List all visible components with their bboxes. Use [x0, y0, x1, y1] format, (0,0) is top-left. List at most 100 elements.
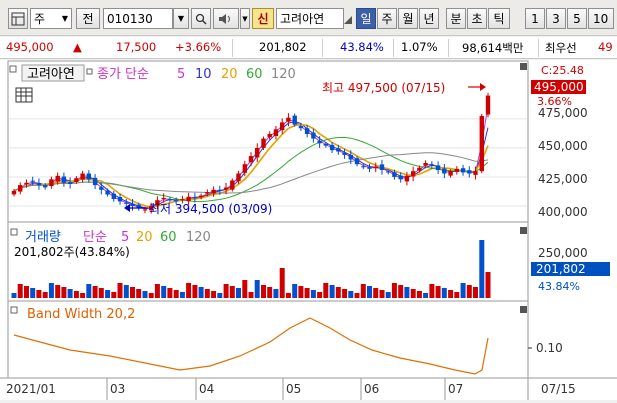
- volume-bar: [92, 286, 98, 298]
- period-week-tab[interactable]: 주: [377, 8, 397, 29]
- interval-5-button[interactable]: 5: [567, 8, 587, 29]
- stock-name-field: 고려아연: [276, 8, 344, 29]
- candle-body: [417, 167, 422, 171]
- volume-bar: [204, 289, 210, 298]
- volume-bar: [454, 292, 460, 298]
- ma-legend-prefix: 종가 단순: [97, 67, 149, 82]
- panel-close-icon[interactable]: [520, 306, 527, 313]
- volume-bar: [485, 272, 491, 298]
- volume-bar: [198, 287, 204, 298]
- chart-type-value: 주: [34, 12, 46, 26]
- chart-type-select[interactable]: 주 ▼: [30, 8, 72, 29]
- volume-bar: [173, 290, 179, 298]
- candle-body: [342, 152, 347, 155]
- volume-bar: [186, 283, 192, 298]
- ma-60-label: 60: [246, 67, 263, 82]
- candle-body: [292, 115, 297, 125]
- candle-body: [311, 132, 316, 139]
- candle-body: [124, 202, 129, 204]
- candle-body: [361, 166, 366, 168]
- candle-body: [348, 154, 353, 160]
- period-tick-tab[interactable]: 틱: [488, 8, 510, 29]
- volume-bar: [11, 293, 17, 298]
- volume-bar: [304, 288, 310, 298]
- volume-bar: [367, 286, 372, 298]
- period-year-tab[interactable]: 년: [419, 8, 439, 29]
- volume-bar: [42, 292, 48, 298]
- volume-bar: [310, 290, 316, 298]
- credit-badge[interactable]: 신: [252, 8, 274, 29]
- x-tick-label: 2021/01: [6, 382, 56, 396]
- divider: [393, 39, 394, 57]
- panel-close-icon[interactable]: [520, 227, 527, 234]
- current-price: 495,000: [6, 40, 54, 54]
- interval-10-button[interactable]: 10: [588, 8, 614, 29]
- interval-label: 1: [531, 11, 539, 26]
- best-order-label: 최우선: [545, 41, 577, 55]
- candle-body: [467, 170, 472, 174]
- candle-body: [18, 185, 23, 192]
- candle-body: [49, 179, 54, 186]
- volume-bar: [416, 291, 422, 298]
- credit-label: 신: [257, 12, 269, 26]
- panel-close-icon[interactable]: [520, 63, 527, 70]
- candle-body: [479, 116, 484, 172]
- code-dropdown-button[interactable]: ▼: [173, 8, 189, 29]
- candle-body: [329, 144, 335, 151]
- volume-bar: [329, 285, 335, 298]
- chart-layout-icon[interactable]: [8, 8, 28, 29]
- candle-body: [142, 209, 148, 211]
- volume-ratio: 43.84%: [340, 40, 384, 54]
- candle-body: [242, 164, 247, 173]
- volume-bar: [360, 284, 366, 298]
- sound-button[interactable]: [213, 8, 239, 29]
- volume-bar: [466, 285, 472, 298]
- candle-body: [36, 183, 42, 186]
- candle-body: [386, 171, 391, 173]
- volume-bar: [242, 280, 248, 298]
- market-button[interactable]: 전: [76, 8, 100, 29]
- sound-dropdown-button[interactable]: ▼: [240, 8, 250, 29]
- period-second-tab[interactable]: 초: [467, 8, 487, 29]
- period-day-tab[interactable]: 일: [356, 8, 376, 29]
- chevron-down-icon: ▼: [177, 14, 185, 23]
- grid-table-icon[interactable]: [15, 87, 33, 103]
- chart-area[interactable]: 고려아연 종가 단순 5 10 20 60 120 최고 497,500 (07…: [0, 60, 617, 400]
- resize-corner-icon: [344, 16, 352, 24]
- divider: [232, 39, 233, 57]
- candle-body: [192, 197, 198, 199]
- stock-chart[interactable]: 고려아연 종가 단순 5 10 20 60 120 최고 497,500 (07…: [0, 60, 617, 400]
- volume-bar: [36, 290, 42, 298]
- volume-bar: [229, 286, 235, 298]
- x-axis: 2021/01 03 04 05 06 07 07/15: [6, 378, 576, 400]
- interval-3-button[interactable]: 3: [546, 8, 566, 29]
- divider: [448, 39, 449, 57]
- period-minute-tab[interactable]: 분: [446, 8, 466, 29]
- period-month-tab[interactable]: 월: [398, 8, 418, 29]
- plot-frame: [7, 60, 529, 379]
- volume-bar: [17, 284, 23, 298]
- current-volume-label: 201,802: [536, 262, 586, 276]
- candle-body: [255, 147, 260, 158]
- volume-bar: [161, 286, 167, 298]
- candle-body: [280, 122, 285, 131]
- market-label: 전: [82, 12, 94, 26]
- divider: [538, 39, 539, 57]
- volume-bar: [248, 292, 254, 298]
- volume-bar: [123, 285, 129, 298]
- interval-1-button[interactable]: 1: [525, 8, 545, 29]
- stock-name: 고려아연: [280, 12, 325, 26]
- candle-body: [392, 172, 397, 177]
- price-tick-label: 425,000: [538, 172, 588, 186]
- stock-code-input[interactable]: 010130: [103, 8, 173, 29]
- interval-label: 3: [552, 11, 560, 26]
- price-change-pct: +3.66%: [175, 40, 222, 54]
- candle-body: [223, 187, 229, 190]
- volume-legend-prefix: 단순: [83, 230, 107, 245]
- volume-bar: [441, 288, 447, 298]
- chevron-down-icon: ▼: [61, 14, 68, 23]
- candle-body: [248, 156, 254, 163]
- search-button[interactable]: [191, 8, 211, 29]
- candle-body: [205, 192, 210, 194]
- candle-body: [61, 176, 67, 183]
